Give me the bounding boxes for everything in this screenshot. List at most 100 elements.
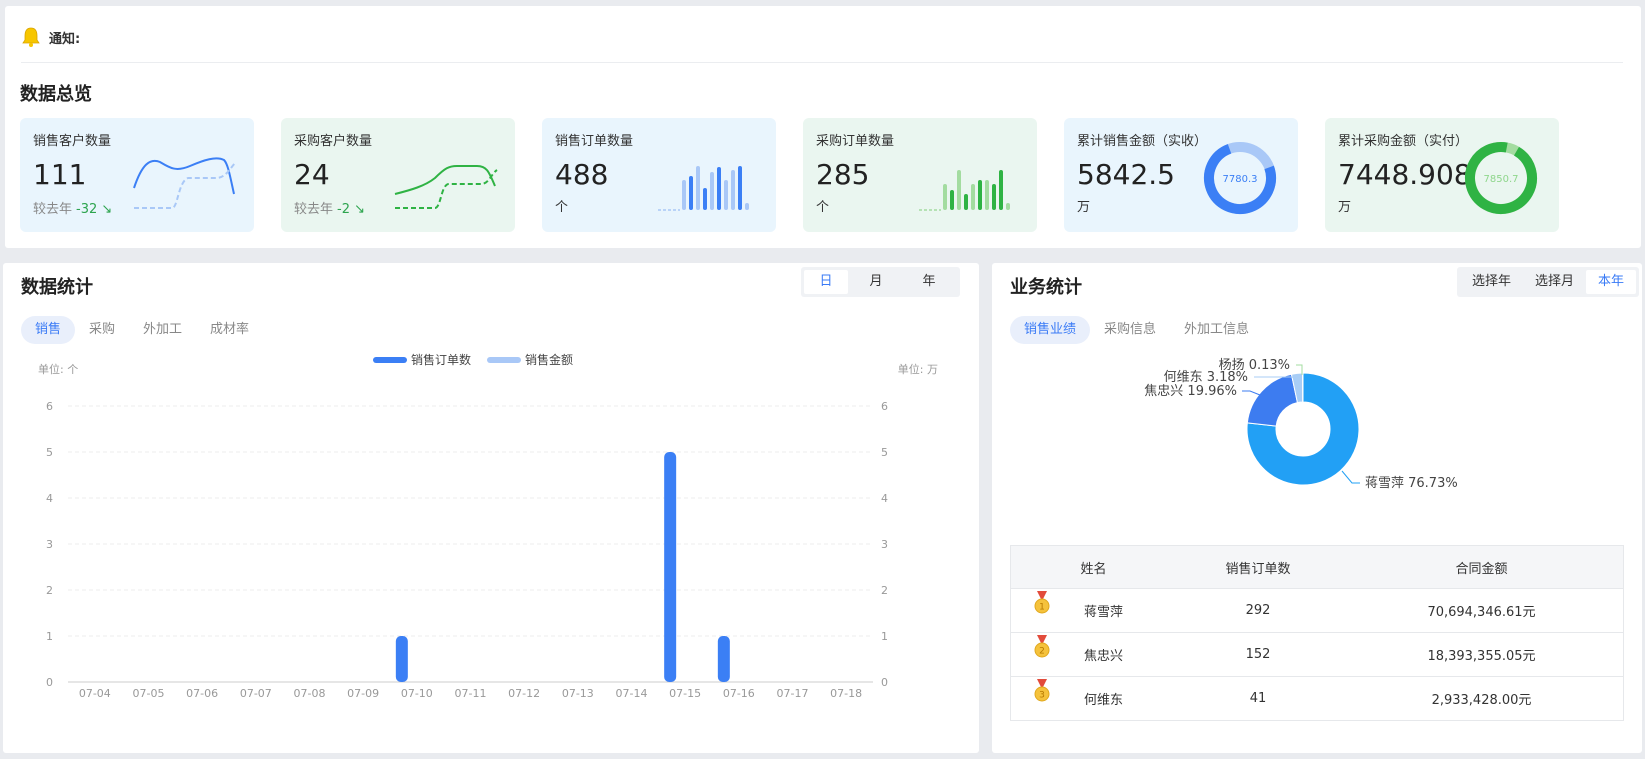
x-tick-label: 07-12 (508, 687, 540, 700)
card-unit: 个 (816, 200, 830, 215)
tab-sales-performance[interactable]: 销售业绩 (1010, 316, 1091, 344)
row-orders: 41 (1249, 691, 1267, 706)
x-tick-label: 07-10 (401, 687, 433, 700)
business-panel: 业务统计 选择年 选择月 本年 销售业绩 采购信息 外加工信息 蒋雪萍 76.7… (992, 263, 1642, 753)
table-row[interactable]: 2 焦忠兴 152 18,393,355.05元 (1011, 632, 1623, 676)
pie-label: 焦忠兴 19.96% (1144, 384, 1237, 399)
bronze-medal-icon: 3 (1034, 679, 1050, 702)
legend-label[interactable]: 销售订单数 (411, 352, 471, 367)
card-title: 销售订单数量 (555, 134, 634, 149)
y-tick-label: 5 (46, 446, 53, 459)
select-year-button[interactable]: 选择年 (1460, 270, 1523, 294)
card-compare: 较去年 -2 ↘ (294, 198, 365, 217)
card-sales-customers[interactable]: 销售客户数量 111 较去年 -32 ↘ (20, 118, 254, 232)
tab-outsourcing[interactable]: 外加工 (129, 316, 196, 344)
pie-slice[interactable] (1246, 373, 1299, 427)
tab-yield[interactable]: 成材率 (196, 316, 263, 344)
compare-delta: -32 (76, 202, 98, 217)
leader-line (1341, 470, 1360, 484)
compare-label: 较去年 (294, 202, 334, 217)
y-tick-label: 4 (46, 492, 53, 505)
period-day[interactable]: 日 (804, 270, 848, 294)
card-title: 销售客户数量 (33, 134, 112, 149)
sales-share-donut: 蒋雪萍 76.73%焦忠兴 19.96%何维东 3.18%杨扬 0.13% (1144, 358, 1457, 491)
card-total-purchase[interactable]: 累计采购金额（实付） 7448.908 万 7850.7 (1325, 118, 1559, 232)
bar[interactable] (395, 636, 408, 682)
x-tick-label: 07-11 (455, 687, 487, 700)
header-orders: 销售订单数 (1225, 561, 1291, 577)
row-amount: 18,393,355.05元 (1427, 649, 1536, 664)
ring-label: 7780.3 (1223, 174, 1258, 185)
x-tick-label: 07-06 (186, 687, 218, 700)
card-purchase-orders[interactable]: 采购订单数量 285 个 (803, 118, 1037, 232)
row-orders: 152 (1245, 647, 1271, 662)
card-total-sales[interactable]: 累计销售金额（实收） 5842.5 万 7780.3 (1064, 118, 1298, 232)
sales-ranking-table: 姓名 销售订单数 合同金额 1 蒋雪萍 292 70,694,346.61元 2 (1010, 545, 1624, 721)
legend-label[interactable]: 销售金额 (525, 352, 573, 367)
tab-purchase-info[interactable]: 采购信息 (1090, 316, 1170, 344)
card-value: 24 (294, 158, 330, 191)
bar[interactable] (717, 636, 730, 682)
card-title: 累计采购金额（实付） (1338, 134, 1469, 149)
card-compare: 较去年 -32 ↘ (33, 198, 112, 217)
legend-swatch (487, 357, 521, 363)
period-month[interactable]: 月 (848, 270, 904, 294)
table-row[interactable]: 3 何维东 41 2,933,428.00元 (1011, 676, 1623, 720)
y-tick-label: 2 (46, 584, 53, 597)
y2-tick-label: 3 (881, 538, 888, 551)
ring-label: 7850.7 (1484, 174, 1519, 185)
table-row[interactable]: 1 蒋雪萍 292 70,694,346.61元 (1011, 588, 1623, 632)
select-month-button[interactable]: 选择月 (1523, 270, 1586, 294)
y-tick-label: 0 (46, 676, 53, 689)
x-tick-label: 07-13 (562, 687, 594, 700)
x-tick-label: 07-05 (133, 687, 165, 700)
notice-bar: 通知: (21, 26, 80, 48)
card-unit: 个 (555, 200, 569, 215)
rank-number: 1 (1039, 603, 1045, 613)
unit-right-label: 单位: 万 (898, 362, 938, 376)
stats-tabs: 销售 采购 外加工 成材率 (21, 316, 263, 344)
unit-left-label: 单位: 个 (38, 362, 78, 376)
x-tick-label: 07-09 (347, 687, 379, 700)
trend-down-icon: ↘ (354, 202, 366, 217)
card-value: 111 (33, 158, 87, 191)
period-selector: 日 月 年 (801, 267, 960, 297)
card-sales-orders[interactable]: 销售订单数量 488 个 (542, 118, 776, 232)
card-title: 采购订单数量 (816, 134, 895, 149)
rank-number: 3 (1039, 691, 1045, 701)
card-value: 7448.908 (1338, 158, 1472, 191)
y2-tick-label: 1 (881, 630, 888, 643)
row-name: 蒋雪萍 (1083, 605, 1123, 620)
tab-outsourcing-info[interactable]: 外加工信息 (1170, 316, 1263, 344)
stats-title: 数据统计 (21, 277, 93, 298)
header-amount: 合同金额 (1455, 561, 1508, 577)
tab-sales[interactable]: 销售 (21, 316, 76, 344)
x-tick-label: 07-14 (616, 687, 648, 700)
overview-panel: 通知: 数据总览 销售客户数量 111 较去年 -32 ↘ 采购客户数量 24 较… (5, 6, 1641, 248)
business-title: 业务统计 (1010, 277, 1082, 298)
bell-icon (22, 27, 40, 47)
business-period-selector: 选择年 选择月 本年 (1457, 267, 1640, 297)
tab-purchase[interactable]: 采购 (75, 316, 129, 344)
y2-tick-label: 2 (881, 584, 888, 597)
period-year[interactable]: 年 (904, 270, 954, 294)
stats-panel: 数据统计 日 月 年 销售 采购 外加工 成材率 销售订单数 销售金额 单位: 个… (3, 263, 979, 753)
row-name: 焦忠兴 (1083, 649, 1123, 664)
card-unit: 万 (1338, 200, 1352, 215)
y-tick-label: 6 (46, 400, 53, 413)
card-unit: 万 (1077, 200, 1091, 215)
bar[interactable] (664, 452, 677, 682)
ring-chart: 7850.7 (1465, 142, 1537, 214)
card-value: 5842.5 (1077, 158, 1175, 191)
row-amount: 2,933,428.00元 (1431, 693, 1532, 708)
trend-down-icon: ↘ (101, 202, 113, 217)
leader-line (1242, 390, 1261, 396)
this-year-button[interactable]: 本年 (1586, 270, 1637, 294)
y-tick-label: 3 (46, 538, 53, 551)
business-tabs: 销售业绩 采购信息 外加工信息 (1010, 316, 1263, 344)
card-value: 285 (816, 158, 870, 191)
table-header: 姓名 销售订单数 合同金额 (1011, 546, 1623, 588)
card-purchase-customers[interactable]: 采购客户数量 24 较去年 -2 ↘ (281, 118, 515, 232)
mini-bar-chart (658, 166, 749, 211)
sales-bar-chart: 销售订单数 销售金额 单位: 个 单位: 万 0 0 1 1 2 2 3 3 4 4 5 5 6 6 07-… (38, 352, 938, 700)
